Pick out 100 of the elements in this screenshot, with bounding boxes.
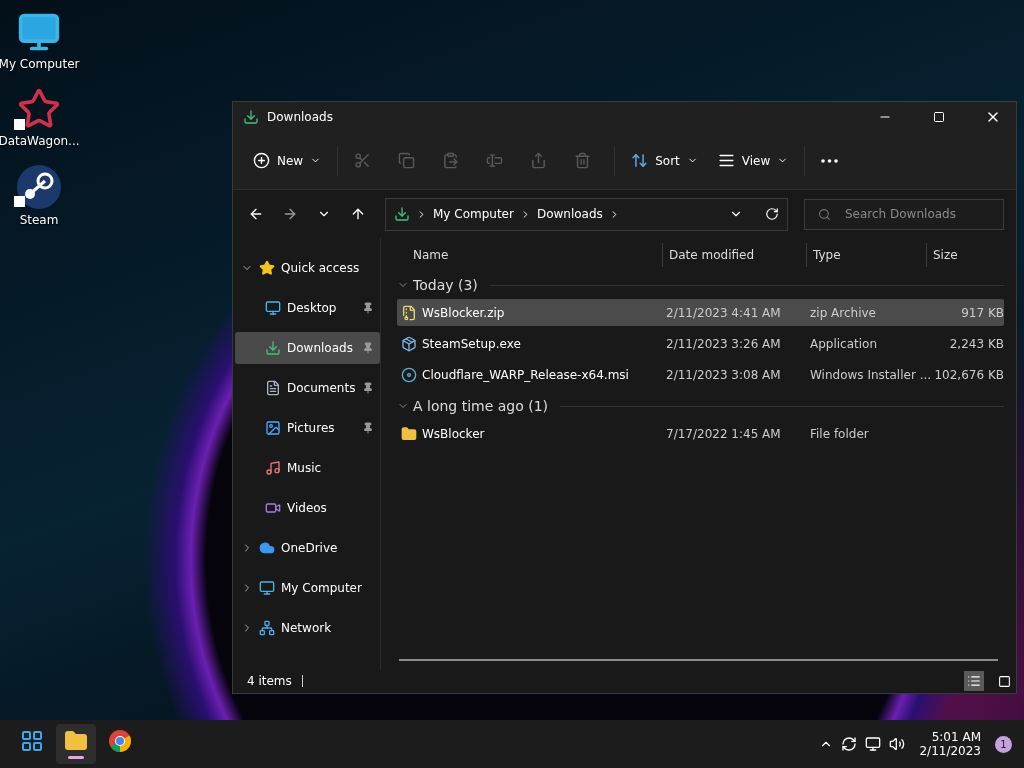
folder-icon [64, 729, 88, 753]
sidebar-label: Network [281, 621, 333, 635]
folder-icon [401, 425, 417, 442]
sidebar-label: OneDrive [281, 541, 339, 555]
sidebar-label: My Computer [281, 581, 363, 595]
search-icon [818, 207, 831, 221]
desktop-icon-label[interactable]: Steam [19, 213, 59, 227]
notification-badge[interactable]: 1 [995, 735, 1012, 753]
address-bar[interactable]: My Computer Downloads [385, 197, 788, 231]
desktop-icon-label[interactable]: My Computer [0, 57, 80, 71]
music-icon [265, 460, 281, 476]
size-cell-text: 102,676 KB [933, 367, 1004, 382]
more-icon [821, 158, 839, 163]
size-cell-text: 917 KB [960, 305, 1004, 320]
arrow-left-icon [248, 206, 264, 222]
sidebar-item[interactable]: OneDrive [235, 532, 380, 564]
breadcrumb[interactable]: Downloads [536, 207, 603, 221]
type-cell-text: Application [810, 336, 879, 351]
group-title: A long time ago (1) [413, 398, 549, 414]
arrow-right-icon [282, 206, 298, 222]
copy-icon [398, 152, 416, 169]
sidebar-label: Music [287, 461, 323, 475]
file-name: WsBlocker.zip [422, 305, 505, 320]
sync-icon[interactable] [841, 736, 858, 752]
refresh-icon[interactable] [765, 207, 779, 221]
lines-icon [717, 152, 735, 169]
type-cell-text: File folder [810, 426, 870, 441]
file-row[interactable]: WsBlocker 7/17/2022 1:45 AM File folder [397, 420, 1004, 447]
desktop-icon [265, 300, 281, 316]
sidebar-label: Quick access [281, 261, 361, 275]
installer-icon [401, 335, 417, 352]
file-row[interactable]: Cloudflare_WARP_Release-x64.msi 2/11/2023 3:08 AM Windows Installer ... 102,676 KB [397, 361, 1004, 388]
sort-button[interactable]: Sort [623, 143, 706, 178]
search-field[interactable]: Search Downloads [804, 198, 1004, 230]
date: 2/11/2023 [919, 744, 981, 758]
date-cell-text: 2/11/2023 3:08 AM [666, 367, 782, 382]
disc-icon [401, 366, 417, 383]
view-button[interactable]: View [709, 143, 797, 178]
sidebar-item[interactable]: Quick access [235, 252, 380, 284]
sidebar-label: Desktop [287, 301, 338, 315]
sort-icon [631, 152, 649, 169]
archive-icon [401, 304, 417, 321]
date-cell-text: 7/17/2022 1:45 AM [666, 426, 782, 441]
cloud-icon [259, 540, 275, 556]
details-view-button[interactable] [964, 671, 984, 691]
file-name: SteamSetup.exe [422, 336, 521, 351]
video-icon [265, 500, 281, 516]
volume-icon[interactable] [889, 736, 906, 752]
document-icon [265, 380, 281, 396]
sidebar-label: Documents [287, 381, 356, 395]
window-title: Downloads [267, 110, 334, 124]
sidebar-item[interactable]: Downloads [235, 332, 380, 364]
column-header[interactable]: Name [397, 242, 662, 267]
share-icon [530, 152, 548, 169]
steam-icon [16, 164, 62, 210]
column-header[interactable]: Size [926, 242, 1004, 267]
file-name: WsBlocker [422, 426, 485, 441]
windows-logo-icon [20, 729, 44, 753]
column-header[interactable]: Date modified [662, 242, 806, 267]
file-name: Cloudflare_WARP_Release-x64.msi [422, 367, 629, 382]
sidebar-item[interactable]: Videos [235, 492, 380, 524]
sidebar-item[interactable]: Documents [235, 372, 380, 404]
sidebar-item[interactable]: Desktop [235, 292, 380, 324]
column-header[interactable]: Type [806, 242, 926, 267]
sidebar-label: Downloads [287, 341, 354, 355]
browser-icon [108, 729, 132, 753]
maximize-icon [933, 111, 945, 123]
star-icon [259, 260, 275, 276]
picture-icon [265, 420, 281, 436]
file-row[interactable]: WsBlocker.zip 2/11/2023 4:41 AM zip Archive 917 KB [397, 299, 1004, 326]
sidebar-label: Pictures [287, 421, 336, 435]
scissors-icon [354, 152, 372, 169]
date-cell-text: 2/11/2023 3:26 AM [666, 336, 782, 351]
desktop-icon-label[interactable]: DataWagon... [0, 134, 80, 148]
square-icon [997, 674, 1011, 688]
breadcrumb[interactable]: My Computer [433, 207, 514, 221]
item-count: 4 items [247, 674, 292, 688]
type-cell: Windows Installer ... [810, 367, 930, 382]
monitor-icon [259, 580, 275, 596]
plus-icon [253, 152, 270, 169]
time: 5:01 AM [931, 730, 981, 744]
download-icon [243, 109, 259, 125]
sidebar-item[interactable]: Network [235, 612, 380, 644]
list-icon [967, 674, 981, 688]
network-icon[interactable] [865, 736, 882, 752]
new-button[interactable]: New [245, 143, 330, 178]
file-row[interactable]: SteamSetup.exe 2/11/2023 3:26 AM Application 2,243 KB [397, 330, 1004, 357]
paste-icon [442, 152, 460, 169]
sidebar-label: Videos [287, 501, 328, 515]
size-cell-text: 2,243 KB [948, 336, 1004, 351]
trash-icon [574, 152, 592, 169]
sidebar-item[interactable]: Pictures [235, 412, 380, 444]
clock[interactable]: 5:01 AM 2/11/2023 [919, 730, 981, 758]
network-icon [259, 620, 275, 636]
sidebar-item[interactable]: My Computer [235, 572, 380, 604]
type-cell-text: zip Archive [810, 305, 877, 320]
download-icon [394, 206, 410, 222]
taskbar-app[interactable] [56, 724, 96, 764]
sidebar-item[interactable]: Music [235, 452, 380, 484]
date-cell-text: 2/11/2023 4:41 AM [666, 305, 782, 320]
